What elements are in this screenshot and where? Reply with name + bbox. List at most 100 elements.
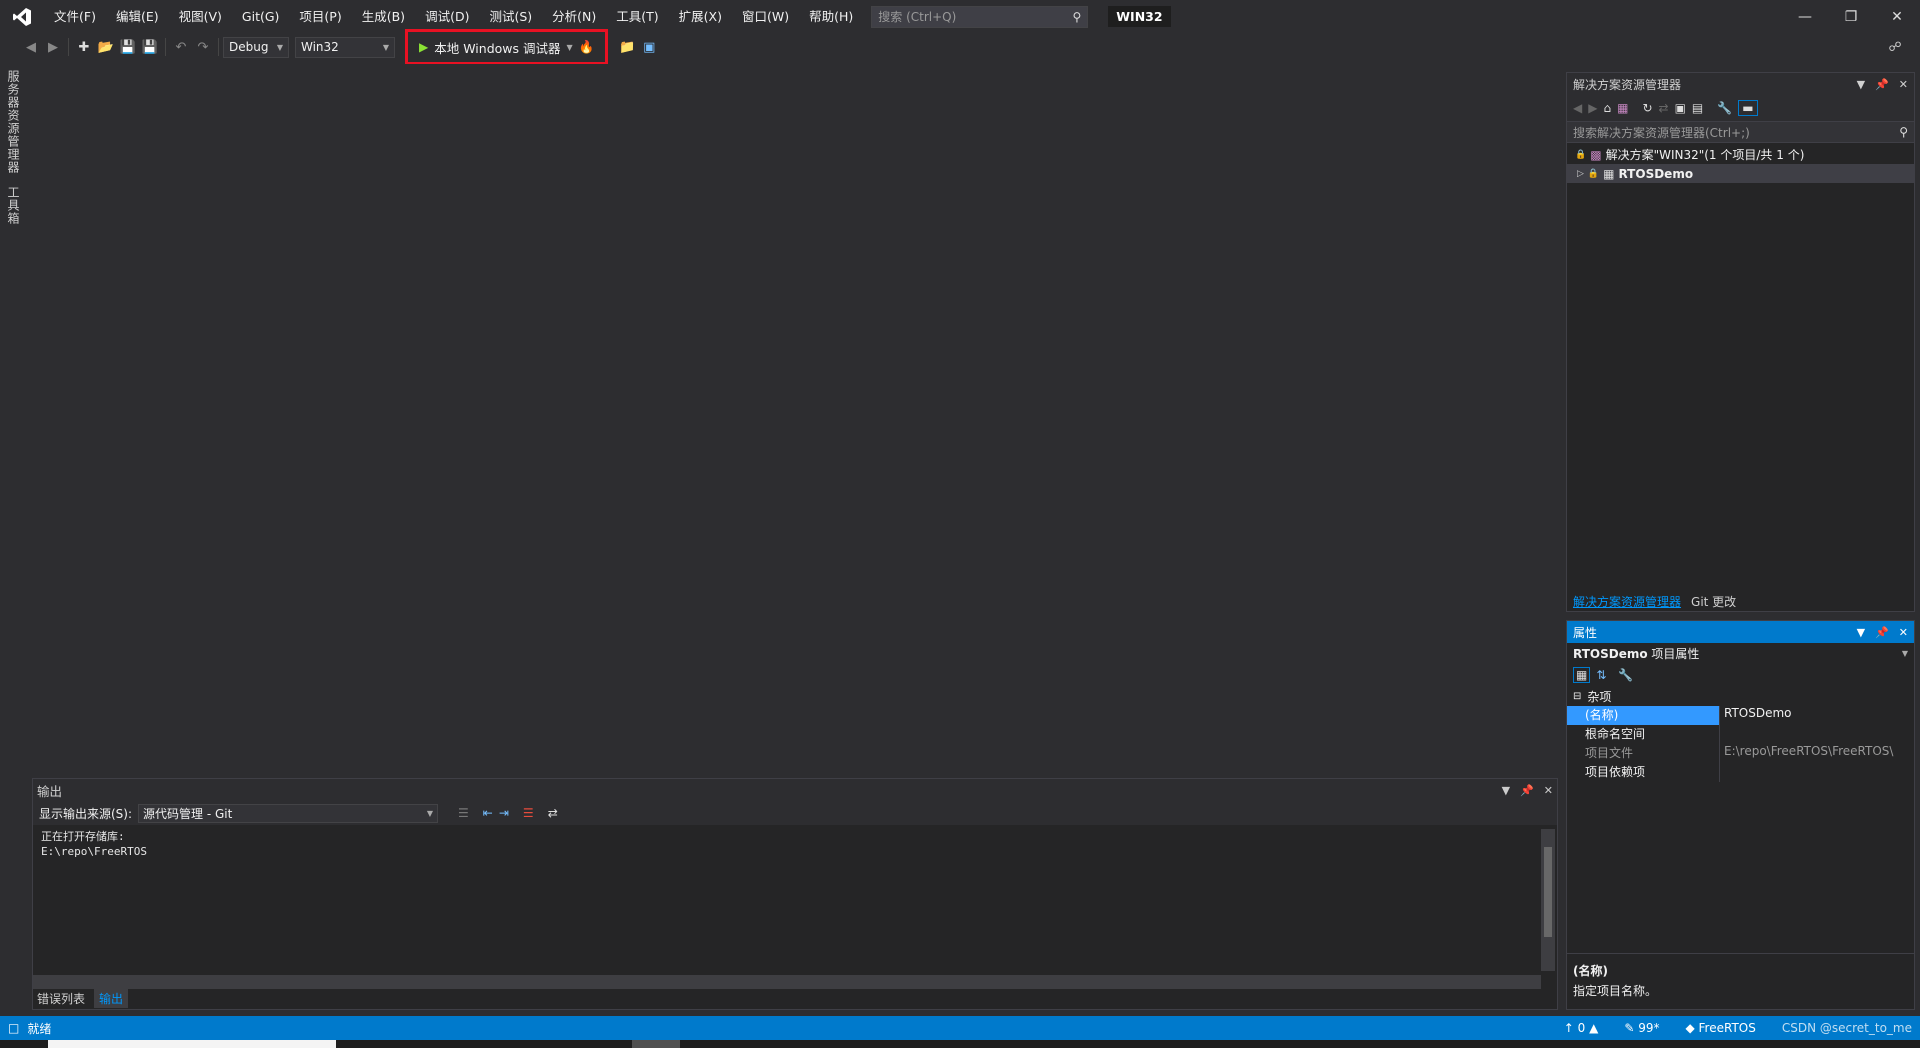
left-dock-rail: 服务器资源管理器 工具箱	[0, 64, 26, 1014]
close-icon[interactable]: ✕	[1899, 78, 1908, 91]
platform-select[interactable]: Win32 ▼	[295, 36, 395, 58]
open-folder-icon[interactable]: 📂	[95, 36, 117, 58]
unpushed-commits[interactable]: ↑ 0 ▲	[1564, 1021, 1599, 1035]
menu-window[interactable]: 窗口(W)	[732, 0, 799, 33]
menu-analyze[interactable]: 分析(N)	[542, 0, 606, 33]
tab-git-changes[interactable]: Git 更改	[1689, 593, 1738, 610]
minimize-icon[interactable]: —	[1782, 0, 1828, 33]
alphabetical-icon[interactable]: ⇅	[1596, 668, 1606, 682]
hot-reload-icon[interactable]: 🔥	[579, 39, 595, 55]
property-value[interactable]	[1719, 725, 1914, 744]
menu-git[interactable]: Git(G)	[232, 0, 290, 33]
pin-icon[interactable]: 📌	[1875, 626, 1889, 639]
menu-test[interactable]: 测试(S)	[479, 0, 542, 33]
pending-changes-filter-icon[interactable]: ↻	[1642, 101, 1652, 115]
visual-studio-logo-icon	[0, 0, 44, 33]
property-row[interactable]: 项目文件 E:\repo\FreeRTOS\FreeRTOS\	[1567, 744, 1914, 763]
clear-all-icon[interactable]: ☰	[523, 806, 534, 820]
close-icon[interactable]: ✕	[1874, 0, 1920, 33]
close-icon[interactable]: ✕	[1544, 784, 1553, 797]
screenshot-icon[interactable]: ▣	[638, 36, 660, 58]
status-text: 就绪	[27, 1021, 52, 1036]
menu-project[interactable]: 项目(P)	[289, 0, 351, 33]
notification-icon[interactable]: □	[8, 1021, 19, 1035]
forward-icon[interactable]: ▶	[1588, 101, 1597, 115]
window-position-icon[interactable]: ▼	[1502, 784, 1510, 797]
output-line: 正在打开存储库:	[41, 830, 125, 843]
tab-output[interactable]: 输出	[94, 988, 129, 1008]
pending-changes[interactable]: ✎ 99*	[1624, 1021, 1659, 1035]
solution-explorer-header: 解决方案资源管理器 ▼ 📌 ✕	[1567, 73, 1914, 95]
navigate-forward-icon[interactable]: ▶	[42, 36, 64, 58]
toggle-word-wrap-icon[interactable]: ⇄	[548, 806, 558, 820]
tree-item-solution[interactable]: 🔒 ▩ 解决方案"WIN32"(1 个项目/共 1 个)	[1567, 145, 1914, 164]
window-position-icon[interactable]: ▼	[1857, 626, 1865, 639]
property-description: (名称) 指定项目名称。	[1567, 953, 1914, 1009]
home-icon[interactable]: ⌂	[1603, 101, 1611, 115]
configuration-value: Debug	[229, 40, 269, 54]
navigate-back-icon[interactable]: ◀	[20, 36, 42, 58]
back-icon[interactable]: ◀	[1573, 101, 1582, 115]
property-value[interactable]: RTOSDemo	[1719, 706, 1914, 725]
menu-edit[interactable]: 编辑(E)	[106, 0, 169, 33]
redo-icon[interactable]: ↷	[192, 36, 214, 58]
browse-folder-icon[interactable]: 📁	[616, 36, 638, 58]
new-project-icon[interactable]: ✚	[73, 36, 95, 58]
output-horizontal-scrollbar[interactable]	[33, 975, 1541, 989]
previous-message-icon[interactable]: ⇤	[483, 806, 493, 820]
preview-selected-icon[interactable]: ▬	[1738, 100, 1758, 116]
find-message-icon[interactable]: ☰	[458, 806, 469, 820]
property-category[interactable]: ⊟ 杂项	[1567, 687, 1914, 706]
solution-explorer-search-input[interactable]: 搜索解决方案资源管理器(Ctrl+;) ⚲	[1567, 121, 1914, 143]
tab-error-list[interactable]: 错误列表	[32, 989, 90, 1008]
chevron-down-icon: ▼	[1901, 648, 1908, 658]
unpushed-count: 0	[1577, 1021, 1586, 1035]
close-icon[interactable]: ✕	[1899, 626, 1908, 639]
pin-icon[interactable]: 📌	[1875, 78, 1889, 91]
expand-arrow-icon[interactable]: ▷	[1577, 169, 1584, 179]
categorized-icon[interactable]: ▦	[1573, 667, 1591, 683]
tab-solution-explorer[interactable]: 解决方案资源管理器	[1571, 593, 1683, 610]
global-search-input[interactable]: 搜索 (Ctrl+Q) ⚲	[871, 5, 1089, 28]
configuration-select[interactable]: Debug ▼	[223, 36, 289, 58]
undo-icon[interactable]: ↶	[170, 36, 192, 58]
restore-icon[interactable]: ❐	[1828, 0, 1874, 33]
menu-debug[interactable]: 调试(D)	[415, 0, 479, 33]
save-all-icon[interactable]: 💾	[139, 36, 161, 58]
output-source-select[interactable]: 源代码管理 - Git ▼	[138, 803, 439, 823]
solution-explorer-panel: 解决方案资源管理器 ▼ 📌 ✕ ◀ ▶ ⌂ ▦ ↻ ⇄ ▣ ▤ 🔧 ▬ 搜索解决…	[1566, 72, 1915, 612]
property-row[interactable]: 根命名空间	[1567, 725, 1914, 744]
toolbar-separator	[68, 38, 69, 56]
menu-view[interactable]: 视图(V)	[169, 0, 232, 33]
properties-icon[interactable]: 🔧	[1717, 101, 1732, 115]
save-icon[interactable]: 💾	[117, 36, 139, 58]
window-position-icon[interactable]: ▼	[1857, 78, 1865, 91]
show-all-files-icon[interactable]: ▤	[1692, 101, 1703, 115]
property-row[interactable]: (名称) RTOSDemo	[1567, 706, 1914, 725]
collapse-all-icon[interactable]: ▣	[1675, 101, 1686, 115]
toolbox-tab[interactable]: 工具箱	[0, 180, 27, 231]
start-debugging-button[interactable]: ▶ 本地 Windows 调试器 ▼ 🔥	[404, 29, 609, 65]
menu-help[interactable]: 帮助(H)	[799, 0, 863, 33]
properties-object-select[interactable]: RTOSDemo 项目属性 ▼	[1567, 643, 1914, 663]
menu-build[interactable]: 生成(B)	[352, 0, 415, 33]
sync-icon[interactable]: ⇄	[1659, 101, 1669, 115]
live-share-icon[interactable]: ☍	[1884, 36, 1906, 58]
switch-views-icon[interactable]: ▦	[1617, 101, 1628, 115]
tree-item-label: 解决方案"WIN32"(1 个项目/共 1 个)	[1605, 148, 1805, 162]
output-vertical-scrollbar[interactable]	[1541, 829, 1555, 971]
scrollbar-thumb[interactable]	[1544, 847, 1552, 937]
menu-file[interactable]: 文件(F)	[44, 0, 106, 33]
property-value[interactable]	[1719, 763, 1914, 782]
property-value[interactable]: E:\repo\FreeRTOS\FreeRTOS\	[1719, 744, 1914, 763]
repository-branch[interactable]: ◆ FreeRTOS	[1685, 1021, 1755, 1035]
menu-extensions[interactable]: 扩展(X)	[669, 0, 732, 33]
property-pages-icon[interactable]: 🔧	[1618, 668, 1633, 682]
collapse-icon[interactable]: ⊟	[1573, 691, 1581, 702]
tree-item-project[interactable]: ▷ 🔒 ▦ RTOSDemo	[1567, 164, 1914, 183]
menu-tools[interactable]: 工具(T)	[606, 0, 668, 33]
server-explorer-tab[interactable]: 服务器资源管理器	[0, 64, 27, 180]
next-message-icon[interactable]: ⇥	[499, 806, 509, 820]
property-row[interactable]: 项目依赖项	[1567, 763, 1914, 782]
pin-icon[interactable]: 📌	[1520, 784, 1534, 797]
